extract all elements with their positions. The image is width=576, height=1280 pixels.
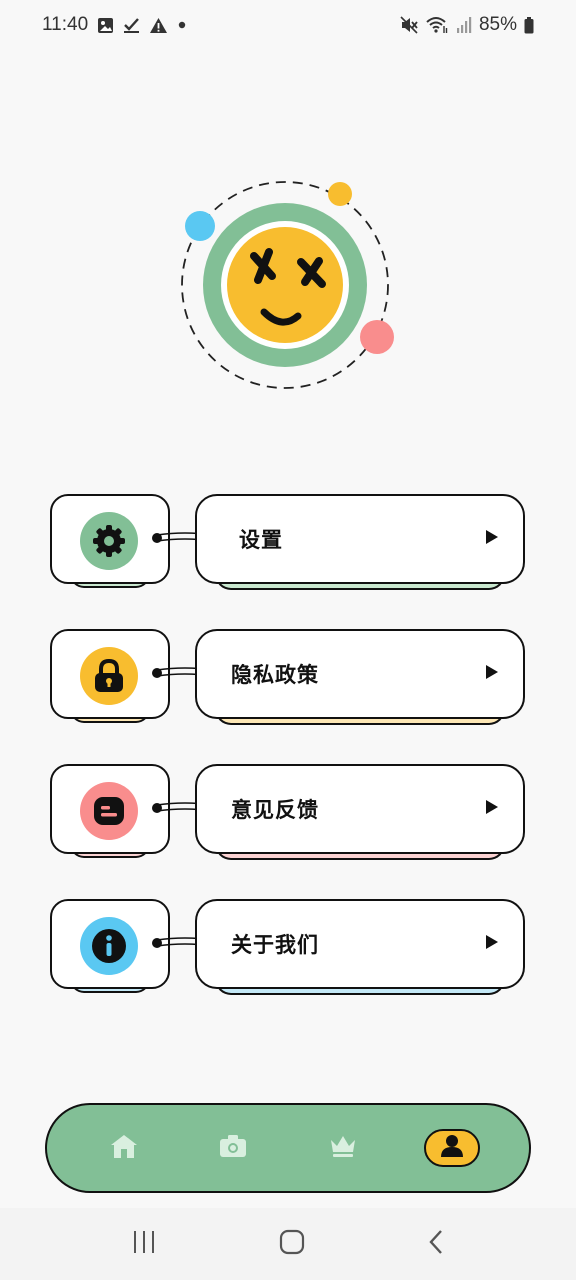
nav-camera[interactable]: [203, 1126, 263, 1170]
play-arrow-icon: [485, 934, 499, 954]
dot-icon: [177, 20, 187, 30]
system-nav-bar: [0, 1208, 576, 1280]
recents-button[interactable]: [131, 1230, 157, 1258]
info-icon: [80, 917, 138, 975]
bottom-nav: [45, 1103, 531, 1193]
menu-label-settings: 设置: [239, 528, 283, 552]
back-button[interactable]: [427, 1229, 445, 1259]
avatar: [170, 170, 410, 410]
lock-icon: [80, 647, 138, 705]
status-right: 85%: [400, 14, 534, 36]
menu-item-settings[interactable]: 设置: [50, 494, 526, 592]
menu-item-privacy[interactable]: 隐私政策: [50, 629, 526, 727]
wifi-icon: [425, 16, 449, 34]
status-bar: 11:40 85%: [0, 0, 576, 50]
crown-icon: [328, 1133, 358, 1163]
nav-crown[interactable]: [313, 1126, 373, 1170]
signal-icon: [456, 16, 472, 34]
nav-home[interactable]: [94, 1126, 154, 1170]
menu-item-about[interactable]: 关于我们: [50, 899, 526, 997]
play-arrow-icon: [485, 529, 499, 549]
menu-item-feedback[interactable]: 意见反馈: [50, 764, 526, 862]
camera-icon: [218, 1133, 248, 1163]
label-card[interactable]: 隐私政策: [195, 629, 525, 727]
battery-icon: [524, 16, 534, 34]
battery-percent: 85%: [478, 14, 517, 35]
label-card[interactable]: 关于我们: [195, 899, 525, 997]
play-arrow-icon: [485, 799, 499, 819]
label-card[interactable]: 设置: [195, 494, 525, 592]
play-arrow-icon: [485, 664, 499, 684]
menu-label-privacy: 隐私政策: [231, 663, 319, 687]
check-icon: [123, 17, 140, 34]
profile-icon: [439, 1134, 465, 1162]
menu-label-feedback: 意见反馈: [231, 798, 319, 822]
menu-label-about: 关于我们: [231, 933, 319, 957]
warning-icon: [149, 17, 168, 34]
feedback-icon: [80, 782, 138, 840]
nav-active-pill: [424, 1129, 481, 1167]
status-left: 11:40: [42, 14, 187, 36]
home-button[interactable]: [279, 1229, 305, 1259]
gear-icon: [80, 512, 138, 570]
status-time: 11:40: [42, 14, 89, 35]
image-icon: [97, 17, 114, 34]
nav-profile[interactable]: [422, 1126, 482, 1170]
label-card[interactable]: 意见反馈: [195, 764, 525, 862]
home-icon: [109, 1133, 139, 1163]
mute-icon: [400, 16, 418, 34]
